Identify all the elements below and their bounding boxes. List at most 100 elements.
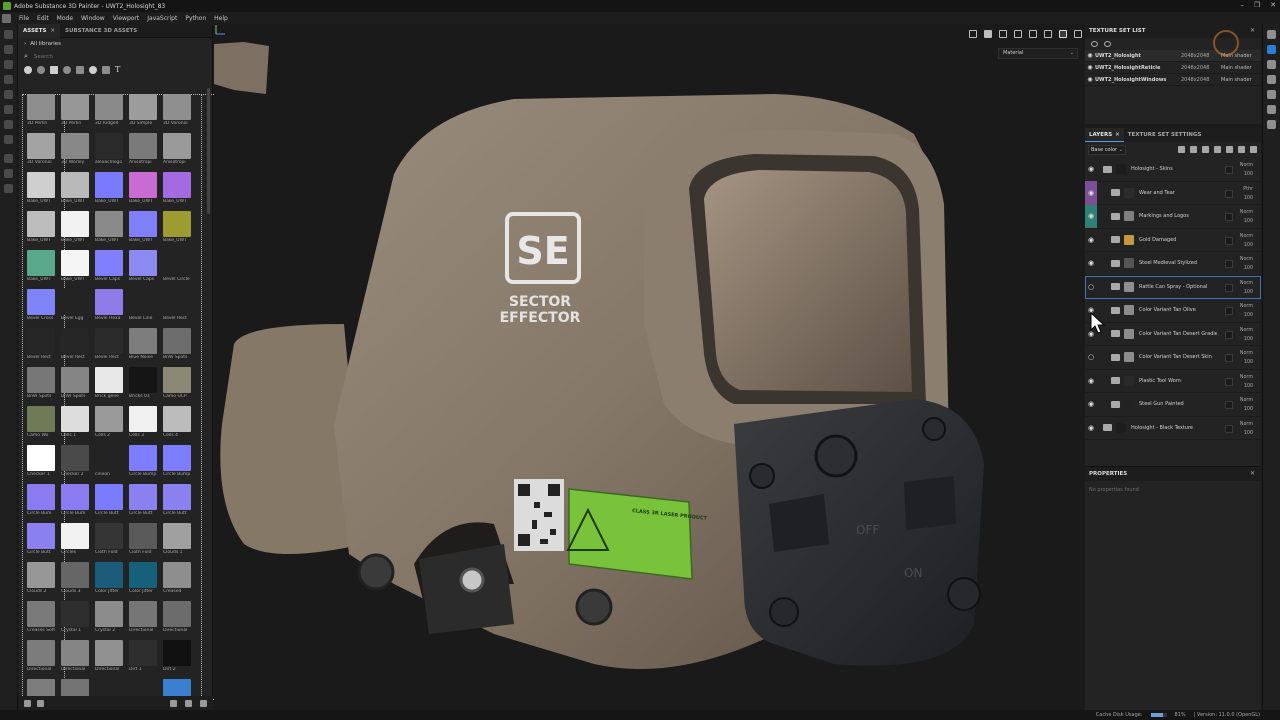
asset-thumbnail[interactable]: Anisotropi xyxy=(160,133,194,166)
asset-thumbnail[interactable]: Directional xyxy=(24,640,58,673)
add-fill-layer-icon[interactable] xyxy=(1214,146,1221,153)
asset-thumbnail[interactable]: Circle Bum xyxy=(58,484,92,517)
asset-thumbnail[interactable]: Circle Butt xyxy=(126,484,160,517)
delete-icon[interactable] xyxy=(1250,146,1257,153)
channel-select[interactable]: Base color ⌄ xyxy=(1088,145,1126,155)
measure-icon[interactable] xyxy=(4,184,13,193)
asset-thumbnail[interactable]: Bricks 01 xyxy=(126,367,160,400)
asset-thumbnail[interactable]: Bake_UWT xyxy=(160,211,194,244)
eye-icon[interactable]: ◉ xyxy=(1085,76,1095,83)
asset-thumbnail[interactable]: Bake_UWT xyxy=(24,211,58,244)
asset-thumbnail[interactable]: Bevel Rect xyxy=(92,328,126,361)
layer-row[interactable]: ◉ Holosight - Black Texture Norm 100 xyxy=(1085,416,1261,440)
tab-texture-set-settings[interactable]: TEXTURE SET SETTINGS xyxy=(1124,128,1206,142)
layer-mask-toggle[interactable] xyxy=(1225,236,1233,245)
asset-thumbnail[interactable]: Crystal 2 xyxy=(92,601,126,634)
close-tab-icon[interactable]: ✕ xyxy=(50,28,55,34)
menu-edit[interactable]: Edit xyxy=(33,15,53,22)
menu-window[interactable]: Window xyxy=(77,15,109,22)
add-mask-icon[interactable] xyxy=(1190,146,1197,153)
layer-blend[interactable]: Norm 100 xyxy=(1240,349,1253,367)
eye-icon[interactable]: ◉ xyxy=(1085,393,1097,417)
asset-thumbnail[interactable]: 3D Voronoi xyxy=(160,94,194,127)
menu-python[interactable]: Python xyxy=(181,15,210,22)
layer-row[interactable]: ◉ Plastic Tool Worn Norm 100 xyxy=(1085,369,1261,393)
asset-thumbnail[interactable]: Circle Butt xyxy=(24,523,58,556)
symmetry-icon[interactable] xyxy=(969,30,977,38)
asset-thumbnail[interactable]: Bake_UWT xyxy=(24,250,58,283)
layer-blend[interactable]: Norm 100 xyxy=(1240,396,1253,414)
layer-row[interactable]: ◉ Gold Damaged Norm 100 xyxy=(1085,229,1261,252)
light-icon[interactable] xyxy=(1044,30,1052,38)
filter-fonts-icon[interactable]: T xyxy=(115,66,123,74)
library-selector[interactable]: › All libraries xyxy=(18,38,212,50)
asset-thumbnail[interactable]: Clouds 1 xyxy=(160,523,194,556)
layer-mask-toggle[interactable] xyxy=(1225,377,1233,386)
asset-thumbnail[interactable]: 3D Voronoi xyxy=(24,133,58,166)
clone-icon[interactable] xyxy=(4,105,13,114)
asset-thumbnail[interactable]: Bevel Rect xyxy=(160,289,194,322)
export-icon[interactable] xyxy=(4,169,13,178)
display-icon[interactable] xyxy=(1267,75,1276,84)
asset-thumbnail[interactable]: 3D Simple xyxy=(126,94,160,127)
filter-environments-icon[interactable] xyxy=(102,66,110,74)
asset-thumbnail[interactable]: 3D Ridged xyxy=(92,94,126,127)
asset-thumbnail[interactable]: Checker 1 xyxy=(24,445,58,478)
layer-row[interactable]: ◉Color Variant Tan Desert Gradient ...No… xyxy=(1085,323,1261,346)
eye-icon[interactable]: ○ xyxy=(1085,275,1097,299)
plugins-icon[interactable] xyxy=(1267,120,1276,129)
eye-icon[interactable]: ◉ xyxy=(1085,204,1097,228)
asset-thumbnail[interactable]: Circle Bum xyxy=(24,484,58,517)
polygon-fill-icon[interactable] xyxy=(4,75,13,84)
asset-thumbnail[interactable]: Bake_UWT xyxy=(126,172,160,205)
layer-mask-toggle[interactable] xyxy=(1225,213,1233,221)
duplicate-icon[interactable] xyxy=(1238,146,1245,153)
layer-row[interactable]: ○ Color Variant Tan Desert Skin Norm 100 xyxy=(1085,346,1261,370)
asset-thumbnail[interactable]: Checker 2 xyxy=(58,445,92,478)
asset-thumbnail[interactable]: Cells 4 xyxy=(160,406,194,439)
list-view-icon[interactable] xyxy=(24,699,31,707)
refresh-icon[interactable] xyxy=(170,699,177,707)
layer-blend[interactable]: Norm 100 xyxy=(1240,326,1253,344)
close-tab-icon[interactable]: ✕ xyxy=(1115,132,1120,138)
shader-settings-icon[interactable] xyxy=(1029,30,1037,38)
asset-thumbnail[interactable]: cineon xyxy=(92,445,126,478)
shader-icon[interactable] xyxy=(1267,90,1276,99)
pause-icon[interactable] xyxy=(984,30,992,38)
asset-thumbnail[interactable]: Creases Soft xyxy=(24,601,58,634)
menu-mode[interactable]: Mode xyxy=(53,15,77,22)
smudge-icon[interactable] xyxy=(4,90,13,99)
asset-thumbnail[interactable]: Camo Wo xyxy=(24,406,58,439)
asset-thumbnail[interactable]: Circles xyxy=(58,523,92,556)
eraser-icon[interactable] xyxy=(4,45,13,54)
eye-icon[interactable]: ◉ xyxy=(1085,52,1095,59)
layer-mask-toggle[interactable] xyxy=(1225,189,1233,198)
asset-thumbnail[interactable]: Bevel Circle xyxy=(160,250,194,283)
filter-smart-materials-icon[interactable] xyxy=(37,66,45,74)
asset-thumbnail[interactable]: Bake_UWT xyxy=(58,250,92,283)
asset-thumbnail[interactable]: Bake_UWT xyxy=(58,211,92,244)
layer-mask-toggle[interactable] xyxy=(1225,354,1233,362)
asset-thumbnail[interactable]: Dirt 1 xyxy=(126,640,160,673)
asset-thumbnail[interactable]: Cloth Fold xyxy=(126,523,160,556)
eye-icon[interactable]: ◉ xyxy=(1085,416,1097,440)
asset-thumbnail[interactable]: Camo UCP xyxy=(160,367,194,400)
asset-scrollbar[interactable] xyxy=(207,88,210,214)
eye-icon[interactable]: ◉ xyxy=(1085,369,1097,393)
viewport-mode-select[interactable]: Material ⌄ xyxy=(998,48,1078,59)
eye-icon[interactable]: ○ xyxy=(1085,346,1097,370)
layer-mask-toggle[interactable] xyxy=(1225,260,1233,268)
asset-search-input[interactable] xyxy=(33,53,194,60)
asset-thumbnail[interactable]: Bevel Egg xyxy=(58,289,92,322)
panel-close-icon[interactable]: ✕ xyxy=(1250,27,1255,34)
layer-mask-toggle[interactable] xyxy=(1225,424,1233,433)
path-icon[interactable] xyxy=(4,135,13,144)
close-icon[interactable]: ✕ xyxy=(1270,1,1276,9)
layer-blend[interactable]: Pthr 100 xyxy=(1243,185,1253,203)
eye-icon[interactable]: ◉ xyxy=(1085,252,1097,276)
asset-thumbnail[interactable]: BnW Spots xyxy=(160,328,194,361)
filter-textures-icon[interactable] xyxy=(50,66,58,74)
add-effect-icon[interactable] xyxy=(1178,146,1185,153)
asset-thumbnail[interactable]: Cloth Fold xyxy=(92,523,126,556)
add-paint-layer-icon[interactable] xyxy=(1202,146,1209,153)
